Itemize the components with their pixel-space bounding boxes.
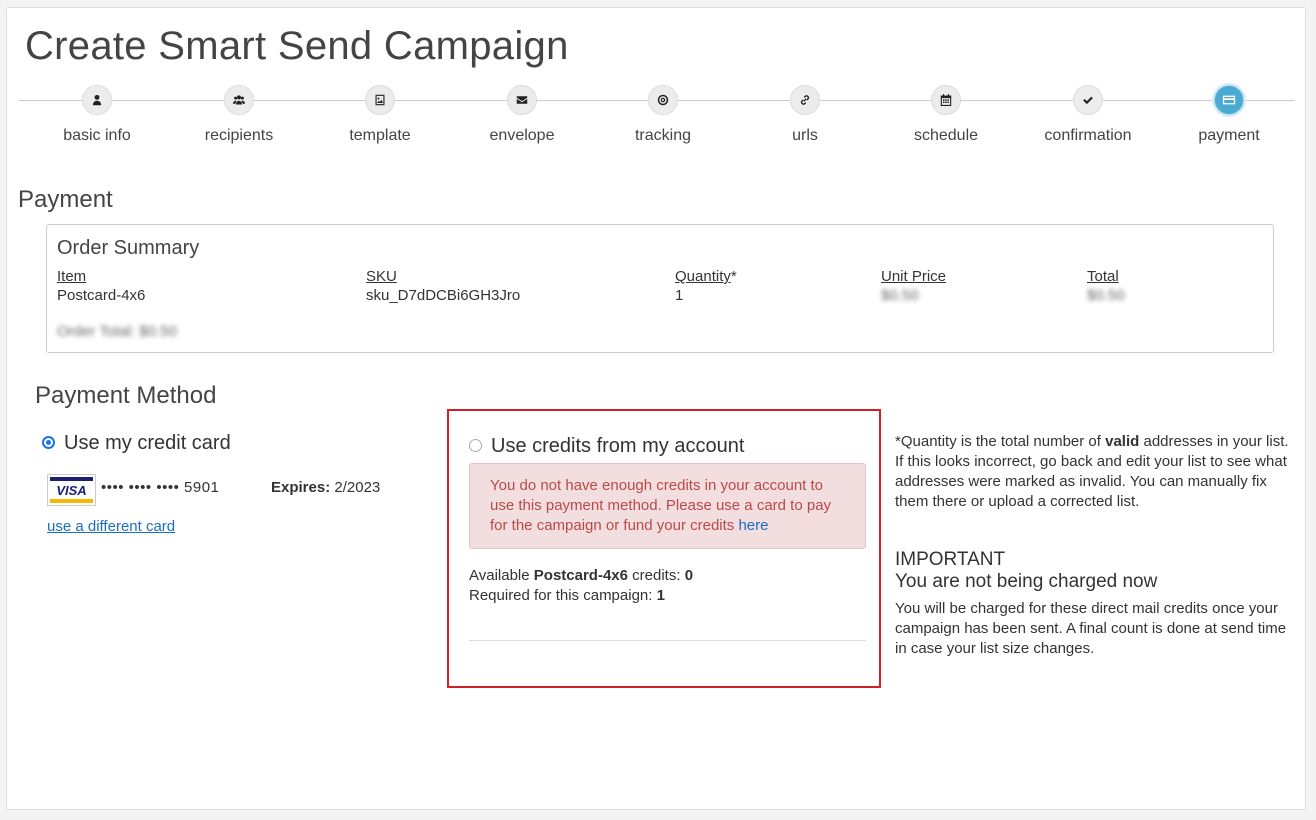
step-label: confirmation: [1044, 127, 1132, 144]
card-brand: VISA: [56, 483, 87, 498]
step-label: envelope: [489, 127, 555, 144]
step-label: recipients: [204, 127, 274, 144]
wizard-stepper: basic info recipients template envelope: [19, 84, 1295, 164]
envelope-icon: [507, 85, 537, 115]
use-different-card-link[interactable]: use a different card: [47, 518, 175, 535]
step-urls[interactable]: urls: [735, 84, 875, 145]
order-total: Order Total: $0.50: [57, 323, 177, 340]
available-product: Postcard-4x6: [533, 567, 628, 584]
quantity-header: Quantity: [675, 268, 731, 285]
credits-availability: Available Postcard-4x6 credits: 0 Requir…: [469, 566, 693, 606]
card-masked-number: •••• •••• •••• 5901: [101, 479, 220, 496]
total-header: Total: [1087, 268, 1119, 285]
calendar-icon: [931, 85, 961, 115]
order-col-quantity: Quantity* 1: [675, 268, 737, 304]
credits-radio[interactable]: [469, 438, 482, 452]
sku-header: SKU: [366, 268, 397, 285]
step-tracking[interactable]: tracking: [593, 84, 733, 145]
credit-card-radio[interactable]: [42, 435, 55, 449]
step-label: basic info: [63, 127, 131, 144]
step-label: payment: [1198, 127, 1260, 144]
important-subheading: You are not being charged now: [895, 571, 1158, 592]
credit-card-option-label: Use my credit card: [64, 432, 231, 454]
credits-option-panel: Use credits from my account You do not h…: [447, 409, 881, 688]
credits-option-label: Use credits from my account: [491, 435, 745, 457]
important-body: You will be charged for these direct mai…: [895, 600, 1287, 657]
step-label: tracking: [634, 127, 692, 144]
step-label: schedule: [913, 127, 979, 144]
important-notice: IMPORTANT You are not being charged now …: [895, 549, 1295, 659]
saved-card: VISA •••• •••• •••• 5901 Expires: 2/2023: [47, 474, 407, 506]
order-col-sku: SKU sku_D7dDCBi6GH3Jro: [366, 268, 520, 304]
use-credit-card-option[interactable]: Use my credit card: [42, 432, 231, 455]
user-icon: [82, 85, 112, 115]
required-count: 1: [656, 587, 665, 604]
users-icon: [224, 85, 254, 115]
step-recipients[interactable]: recipients: [169, 84, 309, 145]
insufficient-credits-alert: You do not have enough credits in your a…: [469, 463, 866, 549]
link-icon: [790, 85, 820, 115]
quantity-value: 1: [675, 287, 684, 304]
order-col-item: Item Postcard-4x6: [57, 268, 145, 304]
important-heading: IMPORTANT: [895, 549, 1006, 570]
unit-price-header: Unit Price: [881, 268, 947, 285]
order-summary-box: Order Summary Item Postcard-4x6 SKU sku_…: [46, 224, 1274, 353]
divider: [469, 640, 866, 641]
payment-section-title: Payment: [18, 186, 113, 213]
available-count: 0: [684, 567, 694, 584]
order-col-unit-price: Unit Price $0.50: [881, 268, 946, 304]
item-header: Item: [57, 268, 87, 285]
expires-label: Expires:: [271, 479, 331, 496]
step-payment[interactable]: payment: [1159, 84, 1299, 145]
step-template[interactable]: template: [310, 84, 450, 145]
page-title: Create Smart Send Campaign: [25, 24, 569, 68]
step-schedule[interactable]: schedule: [876, 84, 1016, 145]
step-envelope[interactable]: envelope: [452, 84, 592, 145]
step-label: template: [349, 127, 411, 144]
check-icon: [1073, 85, 1103, 115]
step-basic-info[interactable]: basic info: [27, 84, 167, 145]
item-value: Postcard-4x6: [57, 287, 146, 304]
order-summary-title: Order Summary: [57, 237, 200, 259]
image-icon: [365, 85, 395, 115]
visa-card-icon: VISA: [47, 474, 96, 506]
quantity-asterisk: *: [730, 268, 737, 285]
use-credits-option[interactable]: Use credits from my account: [469, 435, 744, 458]
credit-card-icon: [1214, 85, 1244, 115]
total-value: $0.50: [1087, 287, 1125, 304]
step-label: urls: [792, 127, 818, 144]
fund-credits-link[interactable]: here: [738, 517, 768, 534]
expires-value: 2/2023: [334, 479, 381, 496]
quantity-note: *Quantity is the total number of valid a…: [895, 433, 1289, 510]
target-icon: [648, 85, 678, 115]
order-col-total: Total $0.50: [1087, 268, 1125, 304]
alert-text: You do not have enough credits in your a…: [490, 477, 832, 534]
payment-method-title: Payment Method: [35, 382, 217, 409]
card-expiry: Expires: 2/2023: [271, 479, 380, 496]
sku-value: sku_D7dDCBi6GH3Jro: [366, 287, 521, 304]
step-confirmation[interactable]: confirmation: [1018, 84, 1158, 145]
required-credits-line: Required for this campaign: 1: [469, 587, 665, 604]
unit-price-value: $0.50: [881, 287, 919, 304]
available-credits-line: Available Postcard-4x6 credits: 0: [469, 567, 694, 584]
valid-emphasis: valid: [1105, 433, 1140, 450]
